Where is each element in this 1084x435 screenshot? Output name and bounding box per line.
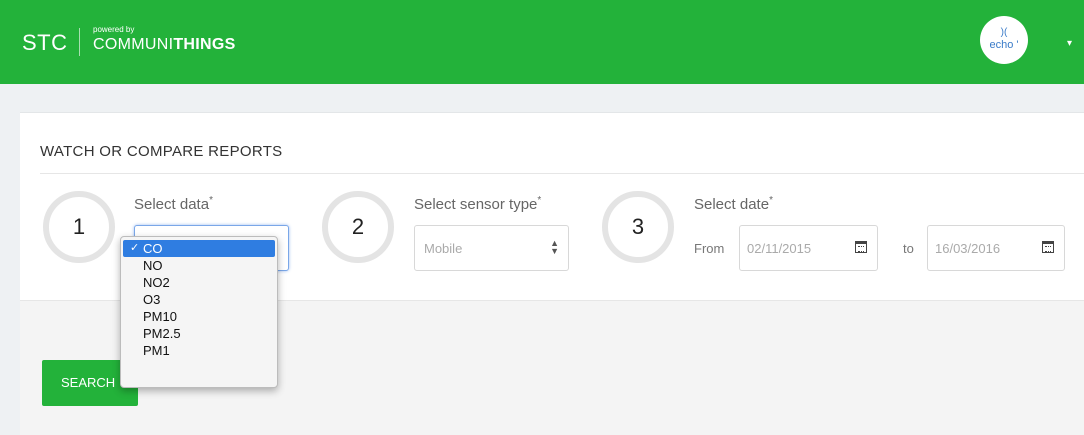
- calendar-icon[interactable]: [855, 241, 867, 253]
- step-1-circle: 1: [43, 191, 115, 263]
- step-2-label: Select sensor type*: [414, 195, 541, 213]
- required-mark: *: [769, 195, 773, 206]
- avatar-wave-icon: )(: [1000, 27, 1008, 38]
- step-3-circle: 3: [602, 191, 674, 263]
- option-no2[interactable]: NO2: [121, 274, 277, 291]
- chevron-down-icon[interactable]: ▾: [1067, 38, 1072, 49]
- option-co[interactable]: ✓ CO: [123, 240, 275, 257]
- to-date-input[interactable]: 16/03/2016: [927, 225, 1065, 271]
- powered-by-label: powered by: [93, 25, 135, 34]
- option-label: CO: [143, 241, 163, 256]
- option-pm10[interactable]: PM10: [121, 308, 277, 325]
- to-label: to: [903, 241, 914, 256]
- company-name-part2: THINGS: [173, 36, 236, 53]
- step-3-label: Select date*: [694, 195, 773, 213]
- required-mark: *: [537, 195, 542, 206]
- sensor-type-value: Mobile: [424, 241, 463, 256]
- top-bar: STC powered by COMMUNITHINGS )( echo ' ▾: [0, 0, 1084, 84]
- from-date-input[interactable]: 02/11/2015: [739, 225, 878, 271]
- panel-title: WATCH OR COMPARE REPORTS: [40, 143, 283, 160]
- avatar-text: echo ': [989, 39, 1019, 51]
- from-date-value: 02/11/2015: [747, 241, 812, 256]
- option-pm25[interactable]: PM2.5: [121, 325, 277, 342]
- option-pm1[interactable]: PM1: [121, 342, 277, 359]
- step-3-label-text: Select date: [694, 196, 770, 213]
- brand-logo[interactable]: STC: [22, 30, 68, 56]
- data-options-list[interactable]: ✓ CO NO NO2 O3 PM10 PM2.5 PM1: [120, 236, 278, 388]
- brand-divider: [79, 28, 80, 56]
- step-1-label: Select data*: [134, 195, 213, 213]
- from-label: From: [694, 241, 725, 256]
- step-2-circle: 2: [322, 191, 394, 263]
- panel-divider: [40, 173, 1084, 174]
- company-name-part1: COMMUNI: [93, 36, 174, 53]
- sensor-type-select[interactable]: Mobile ▲ ▼: [414, 225, 569, 271]
- company-logo: COMMUNITHINGS: [93, 36, 236, 54]
- step-1-label-text: Select data: [134, 196, 210, 213]
- required-mark: *: [209, 195, 213, 206]
- avatar[interactable]: )( echo ': [980, 16, 1028, 64]
- updown-arrows-icon: ▲▼: [550, 238, 559, 256]
- to-date-value: 16/03/2016: [935, 241, 1001, 256]
- step-2-label-text: Select sensor type: [414, 196, 538, 213]
- checkmark-icon: ✓: [130, 242, 140, 254]
- option-o3[interactable]: O3: [121, 291, 277, 308]
- option-no[interactable]: NO: [121, 257, 277, 274]
- calendar-icon[interactable]: [1042, 241, 1054, 253]
